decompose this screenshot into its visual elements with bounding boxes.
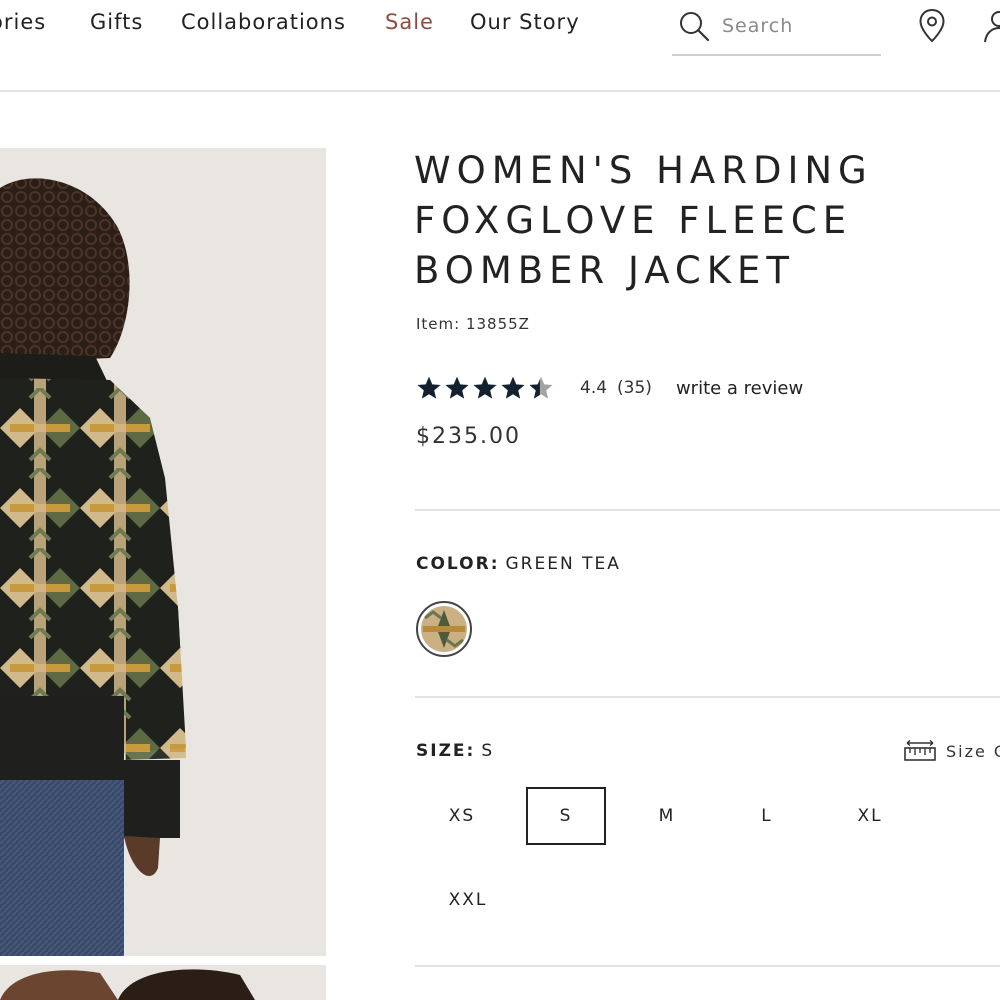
size-guide-link[interactable]: Size G: [904, 737, 1000, 765]
size-guide-label: Size G: [946, 741, 1000, 761]
search-bar[interactable]: [672, 6, 881, 56]
star-icon: [445, 376, 469, 399]
size-option-xl[interactable]: XL: [830, 787, 910, 845]
ruler-icon: [904, 739, 936, 761]
star-icon: [473, 376, 497, 399]
size-label: SIZE: S: [416, 741, 494, 761]
star-half-icon: [529, 376, 553, 399]
size-option-xxl[interactable]: XXL: [428, 871, 508, 929]
size-option-xs[interactable]: XS: [422, 787, 502, 845]
rating-value: 4.4: [580, 378, 608, 398]
size-option-s[interactable]: S: [526, 787, 606, 845]
product-price: $235.00: [416, 424, 521, 449]
star-icon: [417, 376, 441, 399]
product-photo-jacket: [0, 148, 326, 956]
nav-item-our-story[interactable]: Our Story: [470, 10, 580, 34]
search-input[interactable]: [722, 10, 872, 42]
size-option-l[interactable]: L: [727, 787, 807, 845]
nav-item-collaborations[interactable]: Collaborations: [181, 10, 346, 34]
color-swatch-green-tea[interactable]: [416, 601, 472, 657]
color-label: COLOR: GREEN TEA: [416, 554, 621, 574]
color-selected-value: GREEN TEA: [505, 554, 621, 574]
divider: [415, 965, 1000, 967]
size-label-key: SIZE:: [416, 741, 476, 761]
rating-row: 4.4 (35) write a review: [416, 372, 803, 404]
item-number: Item: 13855Z: [416, 315, 530, 333]
search-icon[interactable]: [678, 10, 710, 42]
size-option-m[interactable]: M: [627, 787, 707, 845]
thumbnail-photo: [0, 965, 326, 1000]
review-count[interactable]: (35): [617, 378, 652, 398]
product-image-main[interactable]: [0, 148, 326, 956]
color-label-key: COLOR:: [416, 554, 500, 574]
account-icon[interactable]: [982, 8, 1000, 44]
star-icon: [501, 376, 525, 399]
site-header: ories Gifts Collaborations Sale Our Stor…: [0, 0, 1000, 92]
product-image-thumbnail[interactable]: [0, 965, 326, 1000]
write-review-link[interactable]: write a review: [676, 378, 803, 399]
divider: [415, 509, 1000, 511]
nav-item-gifts[interactable]: Gifts: [90, 10, 143, 34]
location-pin-icon[interactable]: [917, 8, 947, 44]
swatch-pattern: [421, 606, 467, 652]
star-rating[interactable]: [416, 375, 560, 401]
product-title: WOMEN'S HARDING FOXGLOVE FLEECE BOMBER J…: [414, 149, 873, 292]
nav-item-sale[interactable]: Sale: [385, 10, 434, 34]
divider: [415, 696, 1000, 698]
nav-item-accessories[interactable]: ories: [0, 10, 46, 34]
size-selected-value: S: [481, 741, 495, 761]
